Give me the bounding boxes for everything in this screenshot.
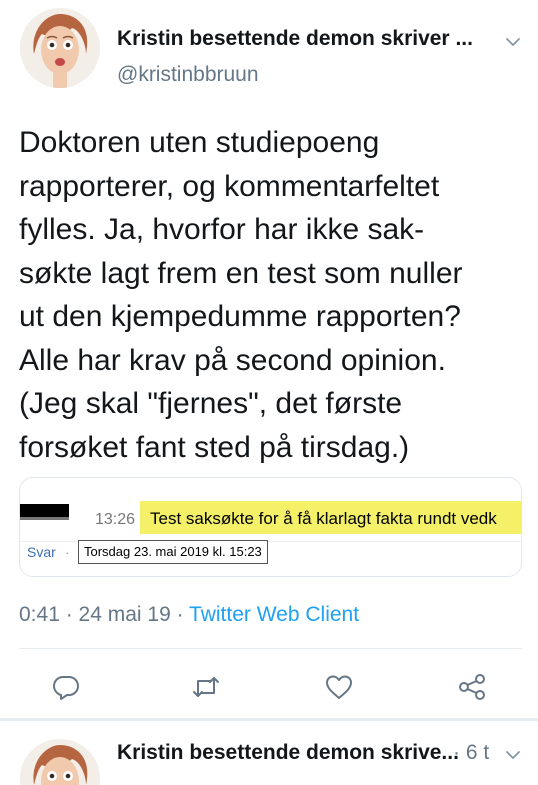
highlighted-message: Test saksøkte for å få klarlagt fakta ru… (150, 509, 497, 528)
tweet-client[interactable]: Twitter Web Client (189, 603, 359, 626)
reply-icon (53, 676, 79, 700)
tweet-text: Doktoren uten studiepoeng rapporterer, o… (19, 126, 463, 464)
message-time: 13:26 (95, 511, 136, 528)
next-tweet[interactable]: Kristin besettende demon skrive... · 6 t (0, 721, 538, 785)
action-bar (0, 660, 538, 712)
redacted-name (20, 504, 69, 520)
tweet-timestamp: 0:41 · 24 mai 19 · (19, 603, 190, 626)
chevron-down-icon[interactable] (503, 745, 523, 765)
tweet-meta: 0:41 · 24 mai 19 · Twitter Web Client (19, 603, 359, 627)
share-button[interactable] (457, 672, 487, 702)
retweet-icon (193, 677, 219, 697)
avatar[interactable] (20, 739, 100, 785)
author-handle[interactable]: @kristinbbruun (117, 63, 259, 87)
reply-link: Svar (27, 544, 56, 560)
separator-dot: · (65, 545, 70, 560)
avatar-image (20, 8, 100, 88)
author-name[interactable]: Kristin besettende demon skrive... (117, 741, 459, 765)
chevron-down-icon[interactable] (503, 32, 523, 52)
attached-image-content: 13:26 Test saksøkte for å få klarlagt fa… (20, 478, 521, 576)
tweet-header: Kristin besettende demon skriver ... @kr… (0, 0, 538, 108)
attached-image[interactable]: 13:26 Test saksøkte for å få klarlagt fa… (19, 477, 522, 577)
share-icon (459, 674, 485, 700)
avatar[interactable] (20, 8, 100, 88)
date-tooltip: Torsdag 23. mai 2019 kl. 15:23 (78, 540, 268, 564)
tweet-age: · 6 t (453, 741, 490, 764)
author-name[interactable]: Kristin besettende demon skriver ... (117, 27, 473, 51)
reply-button[interactable] (51, 672, 81, 702)
avatar-image (20, 739, 100, 785)
like-button[interactable] (324, 672, 354, 702)
heart-icon (326, 675, 352, 699)
retweet-button[interactable] (191, 672, 221, 702)
divider (19, 648, 522, 649)
